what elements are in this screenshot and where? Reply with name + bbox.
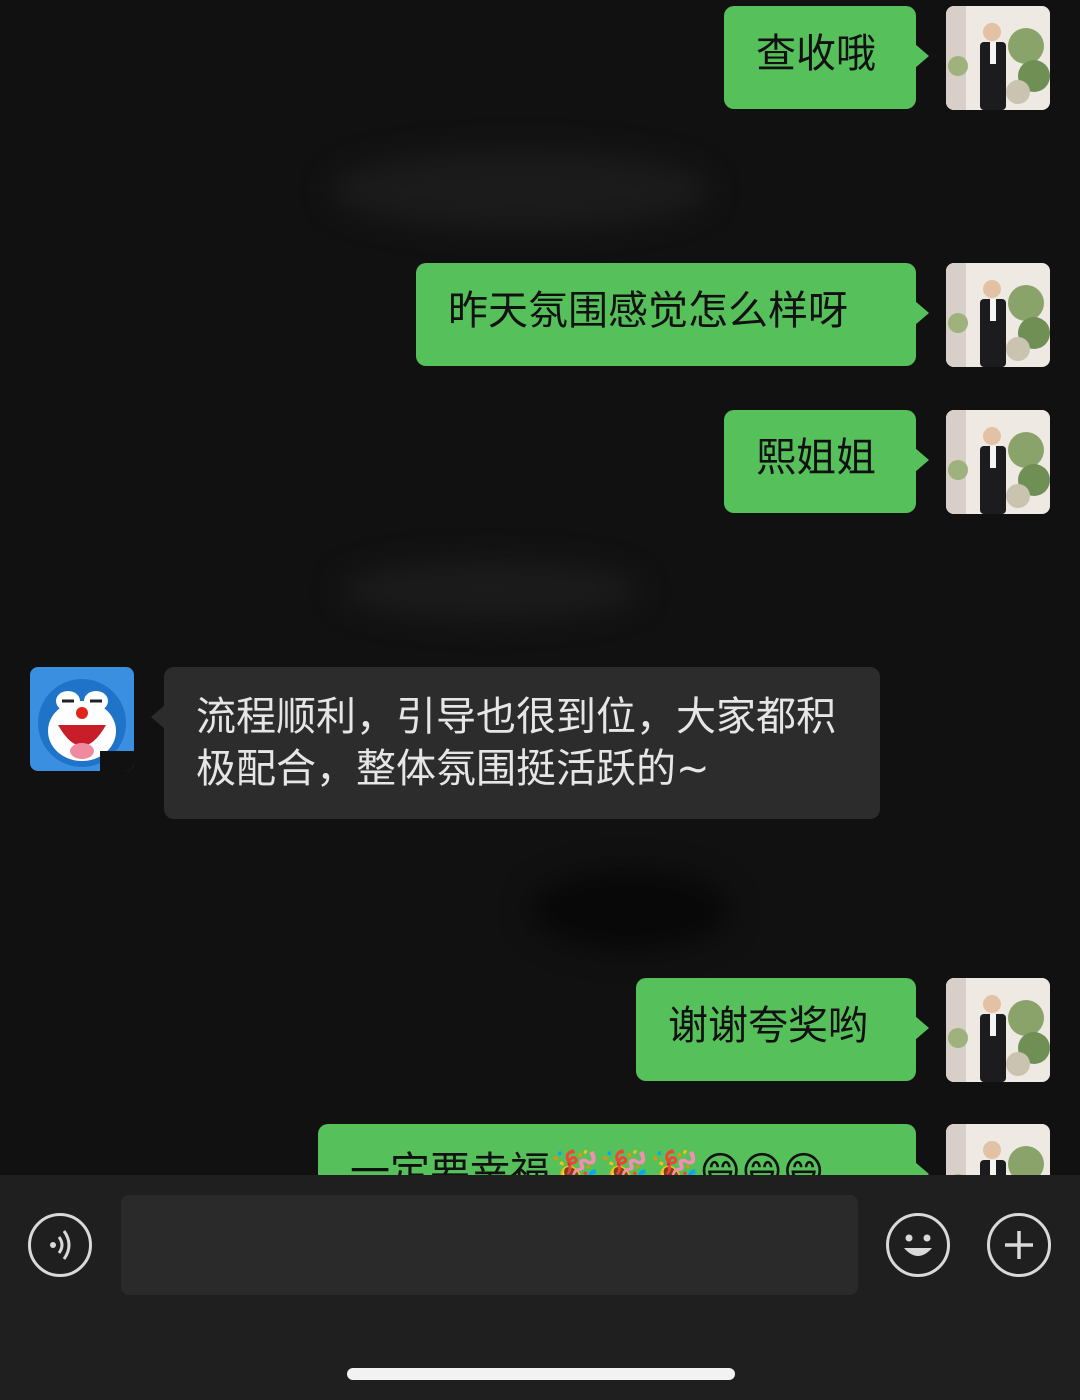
voice-icon	[50, 1230, 71, 1260]
receiver-avatar[interactable]	[30, 667, 134, 771]
sender-avatar[interactable]	[946, 263, 1050, 367]
message-text: 谢谢夸奖哟	[668, 1003, 868, 1049]
outgoing-message[interactable]: 查收哦	[724, 6, 929, 109]
message-text: 熙姐姐	[756, 435, 876, 481]
message-input[interactable]	[121, 1195, 858, 1295]
groom-photo-avatar-icon	[946, 410, 1050, 514]
redacted-area	[340, 560, 640, 620]
groom-photo-avatar-icon	[946, 263, 1050, 367]
plus-icon	[1005, 1231, 1033, 1259]
sender-avatar[interactable]	[946, 6, 1050, 110]
message-list[interactable]: 查收哦 昨天氛围感觉怎么样呀 熙姐姐 流程顺利，引导也很到位，大家都积极配合，整…	[0, 0, 1080, 1175]
input-bar	[0, 1175, 1080, 1400]
redacted-area	[530, 870, 730, 950]
groom-photo-avatar-icon	[946, 6, 1050, 110]
message-text: 流程顺利，引导也很到位，大家都积极配合，整体氛围挺活跃的~	[196, 694, 836, 792]
home-indicator[interactable]	[347, 1368, 735, 1380]
sender-avatar[interactable]	[946, 410, 1050, 514]
outgoing-message[interactable]: 谢谢夸奖哟	[636, 978, 929, 1081]
sender-avatar[interactable]	[946, 978, 1050, 1082]
outgoing-message[interactable]: 昨天氛围感觉怎么样呀	[416, 263, 929, 366]
incoming-message[interactable]: 流程顺利，引导也很到位，大家都积极配合，整体氛围挺活跃的~	[151, 667, 880, 819]
groom-photo-avatar-icon	[946, 978, 1050, 1082]
message-text: 昨天氛围感觉怎么样呀	[448, 288, 848, 334]
cartoon-cat-avatar-icon	[30, 667, 134, 771]
emoji-icon	[904, 1234, 932, 1256]
plus-button[interactable]	[987, 1213, 1051, 1277]
chat-screen: 查收哦 昨天氛围感觉怎么样呀 熙姐姐 流程顺利，引导也很到位，大家都积极配合，整…	[0, 0, 1080, 1400]
outgoing-message[interactable]: 一定要幸福🎉🎉🎉😄😄😄	[318, 1124, 929, 1175]
outgoing-message[interactable]: 熙姐姐	[724, 410, 929, 513]
groom-photo-avatar-icon	[946, 1124, 1050, 1175]
emoji-button[interactable]	[886, 1213, 950, 1277]
voice-button[interactable]	[28, 1213, 92, 1277]
sender-avatar[interactable]	[946, 1124, 1050, 1175]
redacted-area	[330, 150, 710, 230]
message-text: 查收哦	[756, 31, 876, 77]
message-text: 一定要幸福🎉🎉🎉😄😄😄	[350, 1149, 825, 1175]
